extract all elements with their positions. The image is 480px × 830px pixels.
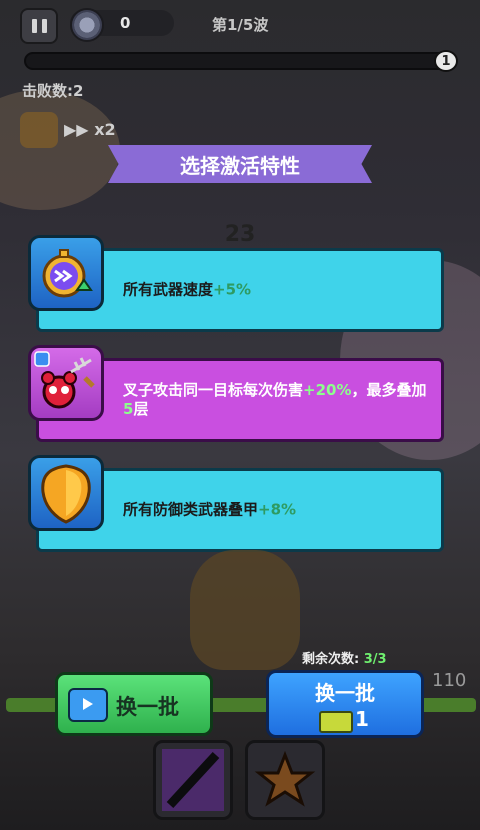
pause-button[interactable]: [20, 8, 58, 44]
select-trait-banner: 选择激活特性: [108, 145, 372, 183]
ticket-icon: [319, 711, 353, 733]
fork-skull-icon: [28, 345, 104, 421]
remaining-rerolls: 剩余次数: 3/3: [302, 652, 387, 667]
reroll-ad-button[interactable]: 换一批: [55, 672, 213, 736]
bear-character: [190, 550, 300, 670]
shield-icon: [28, 455, 104, 531]
wave-indicator: 第1/5波: [212, 16, 269, 34]
fast-forward-icon: ▶▶: [64, 120, 89, 139]
weapon-slot-star[interactable]: [245, 740, 325, 820]
speed-button[interactable]: [20, 112, 58, 148]
wave-progress-end-marker: 1: [434, 50, 458, 72]
weapon-slot-rolling-pin[interactable]: [153, 740, 233, 820]
trait-description: 所有防御类武器叠甲+8%: [123, 500, 297, 519]
trait-description: 叉子攻击同一目标每次伤害+20%，最多叠加5层: [123, 381, 427, 418]
pause-icon: [31, 19, 37, 33]
player-hp: 110: [432, 670, 467, 691]
kill-count: 击败数:2: [22, 82, 84, 100]
wave-progress-bar: [24, 52, 456, 70]
reroll-cost: 1: [355, 707, 369, 731]
stopwatch-speed-icon: [28, 235, 104, 311]
trait-description: 所有武器速度+5%: [123, 280, 252, 299]
reroll-paid-button[interactable]: 换一批 1: [266, 670, 424, 738]
coin-count: 0: [120, 14, 131, 32]
coin-icon: [70, 8, 104, 42]
speed-multiplier: ▶▶ x2: [64, 120, 116, 139]
video-ad-icon: [68, 688, 108, 722]
